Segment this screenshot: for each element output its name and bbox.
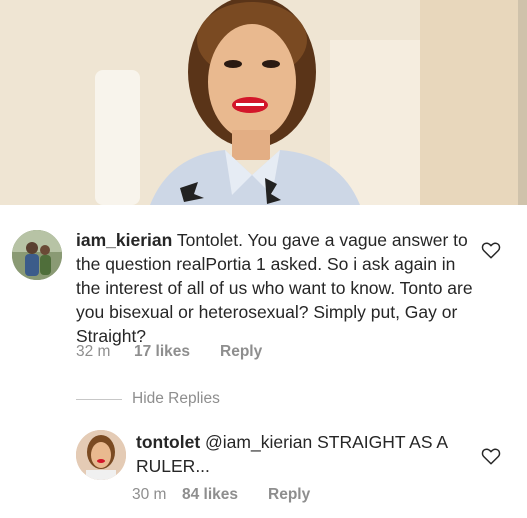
reply-timestamp: 30 m xyxy=(132,486,167,503)
heart-outline-icon[interactable] xyxy=(481,241,501,259)
comment-meta: 32 m 17 likes Reply xyxy=(76,343,262,361)
avatar-image xyxy=(76,430,126,480)
hide-replies-divider xyxy=(76,398,122,400)
post-photo-illustration xyxy=(0,0,527,205)
heart-outline-icon[interactable] xyxy=(481,447,501,465)
comment: iam_kierian Tontolet. You gave a vague a… xyxy=(0,220,527,370)
avatar-image xyxy=(12,230,62,280)
hide-replies-toggle[interactable]: Hide Replies xyxy=(76,389,220,409)
reply-likes-count[interactable]: 84 likes xyxy=(182,486,268,504)
reply-meta: 30 m 84 likes Reply xyxy=(132,486,310,504)
comment-text-block: iam_kierian Tontolet. You gave a vague a… xyxy=(76,228,476,348)
avatar[interactable] xyxy=(76,430,126,480)
hide-replies-label[interactable]: Hide Replies xyxy=(132,390,220,408)
post-photo xyxy=(0,0,527,205)
reply-button[interactable]: Reply xyxy=(220,343,262,361)
comment-likes-count[interactable]: 17 likes xyxy=(134,343,220,361)
reply-username[interactable]: tontolet xyxy=(136,432,200,452)
comment-timestamp: 32 m xyxy=(76,343,111,360)
reply-comment: tontolet @iam_kierian STRAIGHT AS A RULE… xyxy=(0,422,527,512)
reply-button[interactable]: Reply xyxy=(268,486,310,504)
comment-username[interactable]: iam_kierian xyxy=(76,230,172,250)
reply-text-block: tontolet @iam_kierian STRAIGHT AS A RULE… xyxy=(136,430,466,478)
avatar[interactable] xyxy=(12,230,62,280)
